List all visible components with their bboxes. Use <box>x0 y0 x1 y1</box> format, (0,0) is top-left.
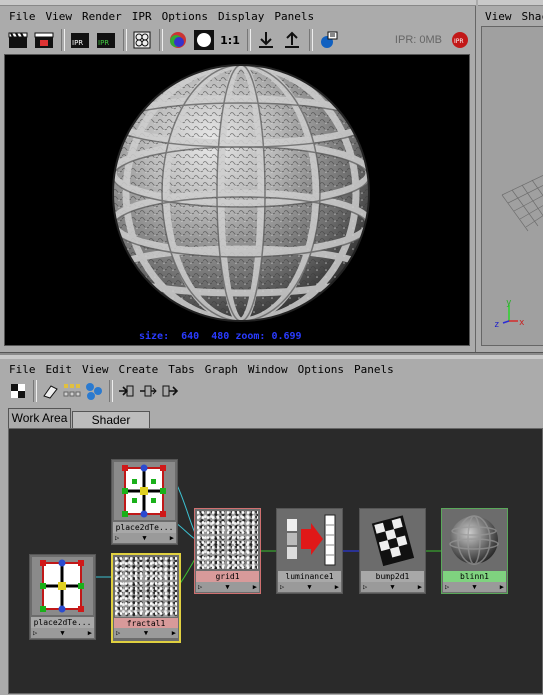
ipr-stop-icon[interactable]: IPR <box>448 29 472 51</box>
hs-menu-options[interactable]: Options <box>293 363 349 376</box>
bump-map-icon <box>362 511 423 569</box>
node-label: place2dTe... <box>113 522 176 533</box>
toolbar-divider <box>61 29 65 51</box>
hypershade-window: File Edit View Create Tabs Graph Window … <box>0 355 543 694</box>
remove-image-icon[interactable] <box>280 29 304 51</box>
node-grid[interactable]: grid1 ▷▼▶ <box>194 508 261 594</box>
place2d-texture-icon <box>32 557 93 615</box>
node-ports[interactable]: ▷▼▶ <box>361 582 424 592</box>
toolbar-divider <box>247 29 251 51</box>
grid-texture-swatch <box>197 511 258 569</box>
toolbar-divider <box>33 380 37 402</box>
render-size-zoom-status: size: 640 480 zoom: 0.699 <box>139 331 302 342</box>
node-ports[interactable]: ▷▼▶ <box>113 533 176 543</box>
toolbar-divider <box>109 380 113 402</box>
render-settings-icon[interactable] <box>130 29 154 51</box>
panel-menu-shading[interactable]: Shac <box>517 10 543 23</box>
render-view-toolbar: IPR IPR 1:1 IPR: 0MB IPR <box>6 28 472 52</box>
node-label: bump2d1 <box>361 571 424 582</box>
node-label: place2dTe... <box>31 617 94 628</box>
hs-menu-create[interactable]: Create <box>114 363 164 376</box>
place2d-texture-icon <box>114 462 175 520</box>
keep-image-icon[interactable] <box>254 29 278 51</box>
toolbar-divider <box>309 29 313 51</box>
input-output-connections-icon[interactable] <box>138 380 158 402</box>
menu-options[interactable]: Options <box>157 10 213 23</box>
work-area-graph[interactable]: place2dTe... ▷▼▶ place2dTe... ▷▼▶ fracta… <box>8 428 543 694</box>
svg-text:y: y <box>506 299 512 308</box>
node-ports[interactable]: ▷▼▶ <box>278 582 341 592</box>
menu-panels[interactable]: Panels <box>269 10 319 23</box>
menu-file[interactable]: File <box>4 10 41 23</box>
node-luminance[interactable]: luminance1 ▷▼▶ <box>276 508 343 594</box>
tab-shader-library[interactable]: Shader Library <box>72 411 150 428</box>
node-blinn[interactable]: blinn1 ▷▼▶ <box>441 508 508 594</box>
hs-menu-window[interactable]: Window <box>243 363 293 376</box>
menu-render[interactable]: Render <box>77 10 127 23</box>
ipr-render-icon[interactable]: IPR <box>68 29 92 51</box>
svg-text:IPR: IPR <box>98 39 109 47</box>
output-connections-icon[interactable] <box>160 380 180 402</box>
zoom-1to1-button[interactable]: 1:1 <box>218 29 242 51</box>
svg-text:x: x <box>519 318 525 328</box>
hs-menu-graph[interactable]: Graph <box>200 363 243 376</box>
toolbar-divider <box>159 29 163 51</box>
checker-icon[interactable] <box>8 380 28 402</box>
toolbar-divider <box>123 29 127 51</box>
hs-menu-panels[interactable]: Panels <box>349 363 399 376</box>
node-ports[interactable]: ▷▼▶ <box>443 582 506 592</box>
ipr-refresh-icon[interactable]: IPR <box>94 29 118 51</box>
color-channels-icon[interactable] <box>166 29 190 51</box>
panel-menubar: View Shac <box>478 6 543 26</box>
menu-display[interactable]: Display <box>213 10 269 23</box>
render-log-icon[interactable] <box>316 29 340 51</box>
node-ports[interactable]: ▷▼▶ <box>31 628 94 638</box>
menu-ipr[interactable]: IPR <box>127 10 157 23</box>
svg-text:IPR: IPR <box>72 39 83 47</box>
node-bump2d[interactable]: bump2d1 ▷▼▶ <box>359 508 426 594</box>
eraser-icon[interactable] <box>40 380 60 402</box>
tab-work-area[interactable]: Work Area <box>8 408 71 428</box>
panel-menu-view[interactable]: View <box>480 10 517 23</box>
input-connections-icon[interactable] <box>116 380 136 402</box>
perspective-panel: View Shac y x z <box>478 0 543 352</box>
menu-view[interactable]: View <box>41 10 78 23</box>
render-clapper-icon[interactable] <box>6 29 30 51</box>
luminance-icon <box>279 511 340 569</box>
hs-menu-edit[interactable]: Edit <box>41 363 78 376</box>
ipr-memory-text: IPR: 0MB <box>395 34 442 46</box>
svg-text:IPR: IPR <box>454 38 464 45</box>
node-ports[interactable]: ▷▼▶ <box>114 628 178 638</box>
node-label: luminance1 <box>278 571 341 582</box>
viewport[interactable]: y x z <box>481 26 543 346</box>
render-canvas[interactable]: size: 640 480 zoom: 0.699 <box>4 54 470 346</box>
node-label: blinn1 <box>443 571 506 582</box>
render-view-menubar: File View Render IPR Options Display Pan… <box>0 6 476 26</box>
node-ports[interactable]: ▷▼▶ <box>196 582 259 592</box>
graph-network-icon[interactable] <box>84 380 104 402</box>
node-fractal[interactable]: fractal1 ▷▼▶ <box>111 553 181 643</box>
svg-text:z: z <box>494 320 499 330</box>
fractal-texture-swatch <box>115 557 177 617</box>
rendered-sphere-image <box>5 55 471 347</box>
node-place2d-texture-a[interactable]: place2dTe... ▷▼▶ <box>111 459 178 545</box>
alpha-channel-icon[interactable] <box>192 29 216 51</box>
axis-gizmo-icon: y x z <box>492 299 532 331</box>
hs-menu-file[interactable]: File <box>4 363 41 376</box>
render-region-icon[interactable] <box>32 29 56 51</box>
hs-menu-view[interactable]: View <box>77 363 114 376</box>
node-label: grid1 <box>196 571 259 582</box>
hypershade-menubar: File Edit View Create Tabs Graph Window … <box>0 359 543 379</box>
blinn-material-swatch <box>444 511 505 569</box>
hypershade-toolbar <box>8 380 308 402</box>
rearrange-graph-icon[interactable] <box>62 380 82 402</box>
node-place2d-texture-b[interactable]: place2dTe... ▷▼▶ <box>29 554 96 640</box>
render-view-window: File View Render IPR Options Display Pan… <box>0 0 476 352</box>
hs-menu-tabs[interactable]: Tabs <box>163 363 200 376</box>
